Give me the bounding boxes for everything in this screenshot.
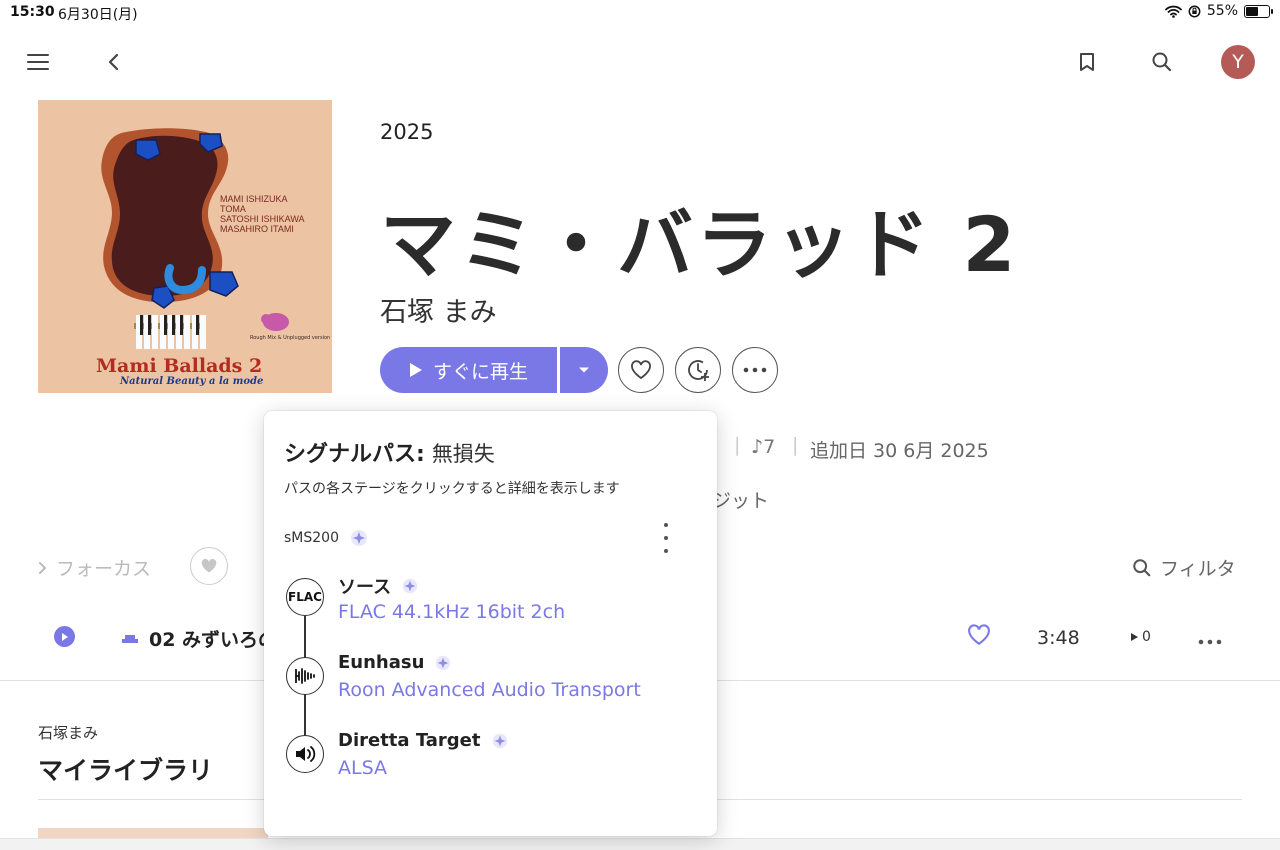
filter-label: フィルタ [1160,558,1236,580]
clock-plus-icon [688,360,709,381]
heart-icon [968,624,990,645]
album-artist[interactable]: 石塚 まみ [380,290,497,329]
battery-fill [1246,6,1258,16]
cover-name: MAMI ISHIZUKA [220,194,288,204]
track-duration: 3:48 [1037,627,1080,649]
search-icon [1133,558,1151,576]
sparkle-icon [402,578,418,594]
track-level-icon [122,635,138,643]
cover-name: MASAHIRO ITAMI [220,224,294,234]
cover-name: SATOSHI ISHIKAWA [220,214,305,224]
status-date: 6月30日(月) [58,7,138,23]
meta-separator: | [792,434,799,456]
chevron-right-icon [39,561,47,574]
cover-note: Rough Mix & Unplugged version [250,335,331,341]
album-year: 2025 [380,120,434,144]
zone-name[interactable]: sMS200 [284,528,369,548]
sparkle-icon [492,733,507,748]
stage-transport[interactable]: Eunhasu [338,652,452,673]
focus-heart-button[interactable] [190,547,228,585]
menu-icon[interactable] [24,48,52,76]
sparkle-icon [351,530,368,546]
album-title: マミ・バラッド 2 [380,200,1019,289]
speaker-icon[interactable] [286,735,324,773]
stage-detail[interactable]: FLAC 44.1kHz 16bit 2ch [338,601,565,623]
signal-path-quality: 無損失 [431,442,495,466]
wifi-icon [1164,5,1182,18]
cover-artwork [101,128,289,349]
chevron-down-icon [579,367,589,373]
cover-names: MAMI ISHIZUKA TOMA SATOSHI ISHIKAWA MASA… [220,194,305,234]
bookmark-icon[interactable] [1073,48,1101,76]
focus-toggle[interactable]: フォーカス [38,554,151,581]
track-favorite-button[interactable] [967,624,991,650]
more-horizontal-icon [1198,639,1222,645]
library-title: マイライブラリ [38,756,214,785]
track-more-button[interactable] [1198,626,1222,650]
search-icon[interactable] [1148,48,1176,76]
album-cover[interactable]: MAMI ISHIZUKA TOMA SATOSHI ISHIKAWA MASA… [38,100,332,393]
track-count: ♪7 [751,436,776,458]
favorite-button[interactable] [618,347,664,393]
avatar[interactable]: Y [1221,45,1255,79]
cover-subtitle: Natural Beauty a la mode [120,376,264,387]
stage-name: Eunhasu [338,652,425,673]
date-added: 追加日 30 6月 2025 [810,440,989,462]
zone-label: sMS200 [284,530,339,546]
play-icon [61,632,68,641]
heart-icon [631,360,651,380]
status-bar: 15:30 6月30日(月) 55% [0,0,1280,24]
track-title[interactable]: 02 みずいろの [149,625,277,652]
bottom-bar [0,838,1280,850]
more-horizontal-icon [743,367,767,373]
stage-detail[interactable]: Roon Advanced Audio Transport [338,679,641,701]
stage-output[interactable]: Diretta Target [338,730,509,751]
meta-separator: | [734,434,741,456]
cover-name: TOMA [220,204,246,214]
signal-path-label: シグナルパス: [284,442,425,467]
focus-label: フォーカス [56,558,152,580]
play-icon [1131,633,1138,641]
signal-path-popup: シグナルパス: 無損失 パスの各ステージをクリックすると詳細を表示します sMS… [264,411,717,836]
status-indicators: 55% [1164,3,1273,19]
more-options-button[interactable] [732,347,778,393]
heart-filled-icon [201,558,217,573]
filter-button[interactable]: フィルタ [1132,554,1236,581]
battery-percent: 55% [1206,3,1238,19]
track-play-button[interactable] [54,626,75,647]
stage-name: Diretta Target [338,730,481,751]
sparkle-icon [436,655,451,670]
play-options-button[interactable] [560,347,608,393]
battery-icon [1244,4,1273,18]
play-count-value: 0 [1142,629,1151,645]
zone-more-button[interactable] [660,523,672,553]
signal-path-heading: シグナルパス: 無損失 [284,436,495,468]
flac-source-icon[interactable]: FLAC [286,578,324,616]
play-now-button[interactable]: すぐに再生 [380,347,557,393]
library-artist: 石塚まみ [38,724,99,742]
add-to-queue-button[interactable] [675,347,721,393]
cover-title: Mami Ballads 2 [96,355,263,377]
signal-path-hint: パスの各ステージをクリックすると詳細を表示します [284,481,620,497]
status-time: 15:30 [10,4,55,20]
back-icon[interactable] [100,48,128,76]
track-play-count: 0 [1130,629,1151,645]
screen-lock-icon [1188,5,1201,17]
waveform-icon[interactable] [286,657,324,695]
play-icon [409,363,422,377]
play-now-label: すぐに再生 [432,360,528,383]
stage-source[interactable]: ソース [338,573,419,599]
credits-link[interactable]: ジット [712,486,769,513]
stage-name: ソース [338,577,392,598]
stage-detail[interactable]: ALSA [338,757,387,779]
